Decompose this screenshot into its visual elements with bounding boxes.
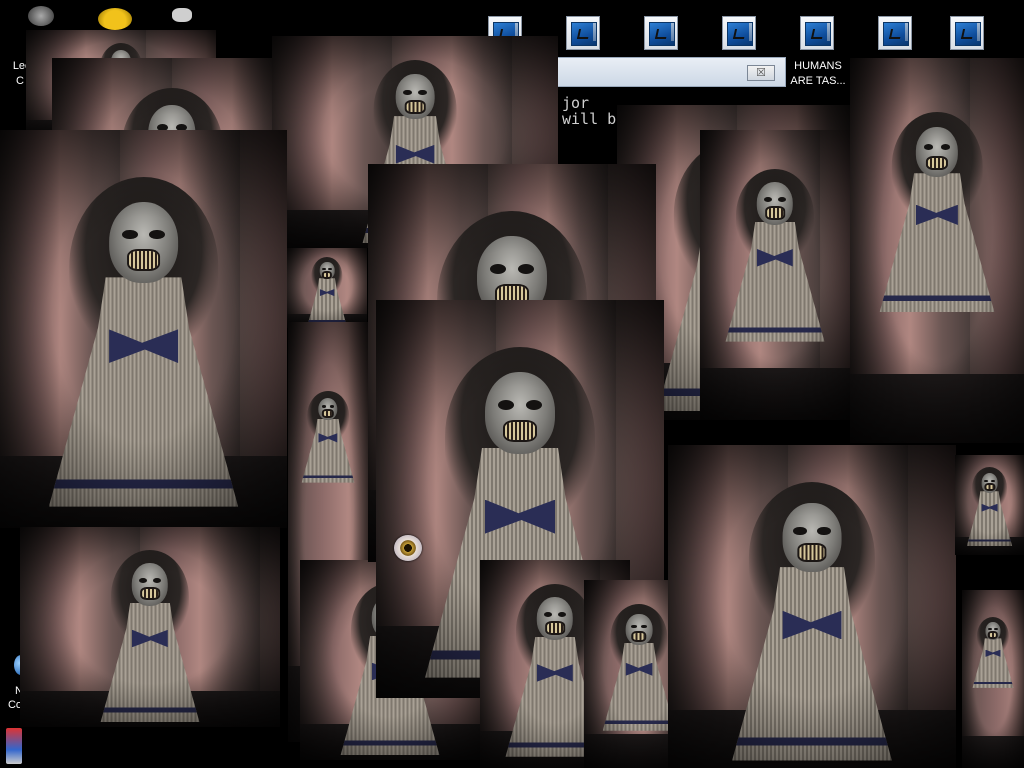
humans-icon-label-line2[interactable]: ARE TAS... (786, 74, 850, 88)
scary-doll-popup[interactable] (955, 455, 1024, 555)
window-app-icon (566, 16, 600, 50)
scary-doll-popup[interactable] (20, 527, 280, 727)
window-app-icon (878, 16, 912, 50)
window-app-icon (950, 16, 984, 50)
console-window-titlebar[interactable]: ☒ (556, 57, 786, 87)
app-shortcut-icon[interactable] (6, 728, 22, 764)
window-app-icon (722, 16, 756, 50)
console-line-2: will b (562, 110, 617, 128)
shortcut-icon-7[interactable] (944, 14, 990, 54)
scary-doll-popup[interactable] (287, 248, 367, 328)
doll-photo (955, 455, 1024, 555)
doll-photo (0, 130, 287, 528)
scary-doll-popup[interactable] (668, 445, 956, 768)
window-app-icon (644, 16, 678, 50)
close-button[interactable]: ☒ (747, 65, 775, 81)
warning-shortcut-icon[interactable] (98, 8, 132, 30)
scary-doll-popup[interactable] (850, 58, 1024, 443)
shortcut-icon-5[interactable] (794, 14, 840, 54)
window-app-icon (800, 16, 834, 50)
doll-photo (287, 248, 367, 328)
doll-photo (962, 590, 1024, 768)
doll-photo (850, 58, 1024, 443)
shortcut-icon-2[interactable] (560, 14, 606, 54)
cloud-shortcut-icon[interactable] (172, 8, 192, 22)
doll-photo (20, 527, 280, 727)
scary-doll-popup[interactable] (962, 590, 1024, 768)
doll-photo (700, 130, 850, 420)
recycle-bin-icon[interactable] (28, 6, 54, 26)
desktop: Lee C HUMANS ARE TAS... ☒ jor will b N C… (0, 0, 1024, 768)
eyeball-icon[interactable] (394, 535, 422, 561)
shortcut-icon-3[interactable] (638, 14, 684, 54)
doll-photo (668, 445, 956, 768)
scary-doll-popup[interactable] (0, 130, 287, 528)
humans-icon-label-line1[interactable]: HUMANS (786, 59, 850, 73)
scary-doll-popup[interactable] (700, 130, 850, 420)
shortcut-icon-6[interactable] (872, 14, 918, 54)
shortcut-icon-4[interactable] (716, 14, 762, 54)
